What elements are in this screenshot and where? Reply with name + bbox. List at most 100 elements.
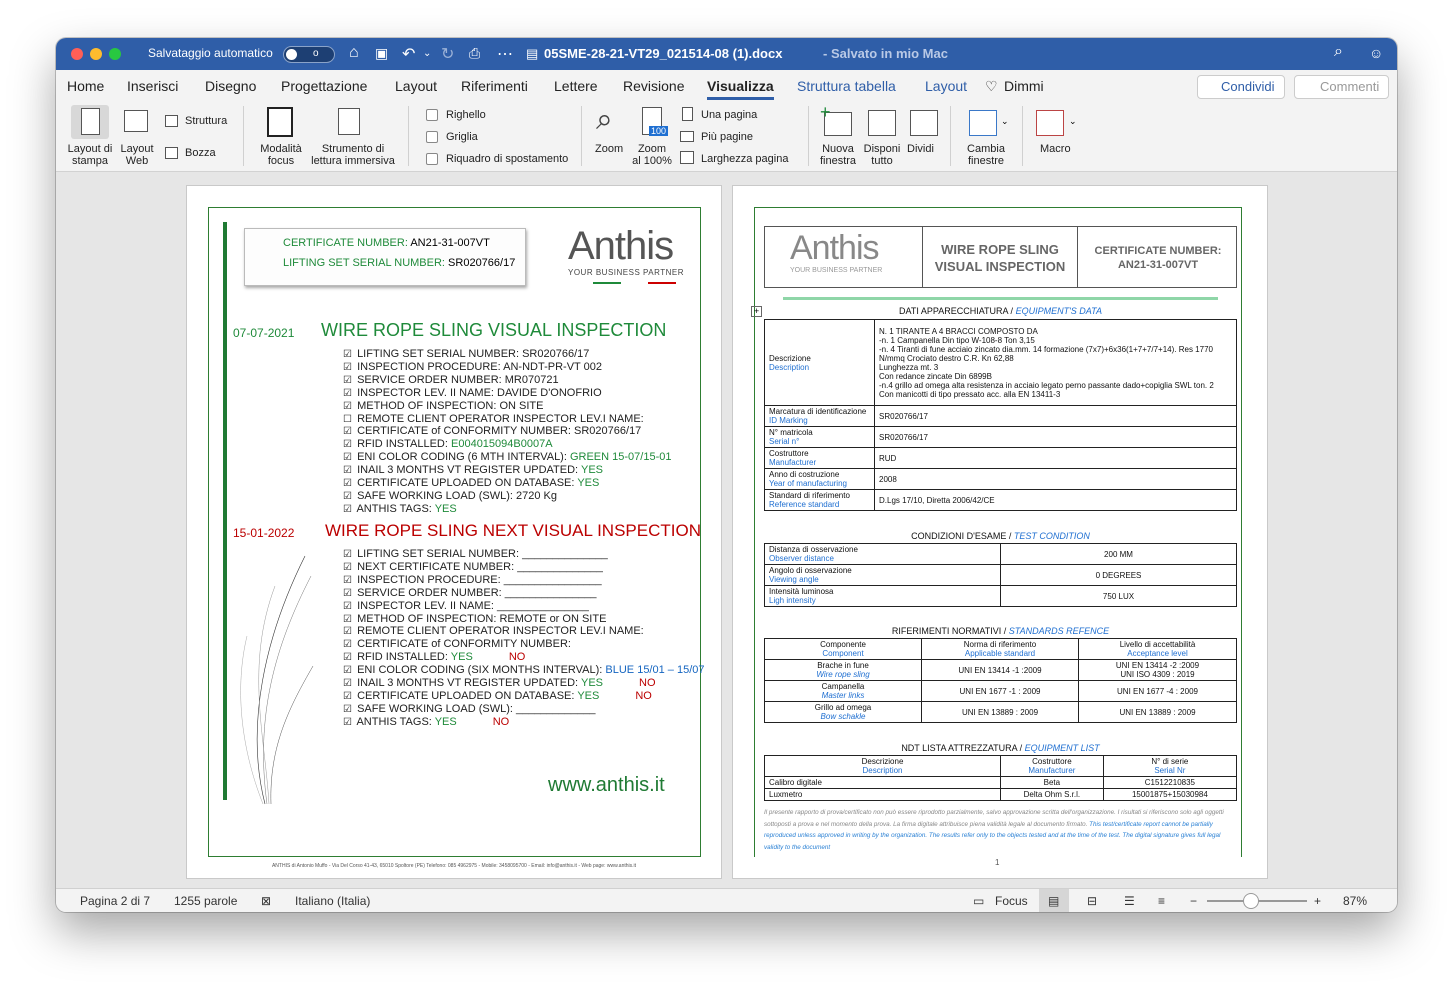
- print-icon[interactable]: ⎙: [469, 45, 480, 62]
- tab-review[interactable]: Revisione: [623, 78, 684, 94]
- switch-windows-label[interactable]: Cambia finestre: [961, 143, 1011, 167]
- close-window-button[interactable]: [71, 48, 83, 60]
- switch-windows-dropdown-icon[interactable]: ⌄: [1001, 116, 1009, 127]
- draft-button[interactable]: Bozza: [185, 147, 216, 159]
- tab-layout[interactable]: Layout: [395, 78, 437, 94]
- tab-table-design[interactable]: Struttura tabella: [797, 78, 896, 94]
- split-icon[interactable]: [910, 110, 938, 136]
- new-window-label[interactable]: Nuova finestra: [813, 143, 863, 167]
- table-row: Angolo di osservazione Viewing angle 0 DEG…: [764, 564, 1237, 586]
- focus-mode-label[interactable]: Modalità focus: [253, 143, 309, 167]
- tab-view[interactable]: Visualizza: [707, 78, 774, 100]
- arrange-all-label[interactable]: Disponi tutto: [860, 143, 904, 167]
- ribbon-separator: [808, 106, 809, 166]
- focus-mode-icon[interactable]: [267, 107, 293, 137]
- print-layout-label[interactable]: Layout di stampa: [63, 143, 117, 167]
- word-count[interactable]: 1255 parole: [174, 894, 237, 908]
- table-row: Anno di costruzione Year of manufacturing…: [764, 468, 1237, 490]
- comments-button[interactable]: Commenti: [1294, 75, 1389, 99]
- immersive-reader-icon[interactable]: [338, 108, 360, 135]
- page-width-button[interactable]: Larghezza pagina: [701, 153, 788, 165]
- focus-icon[interactable]: ▭: [973, 894, 984, 908]
- zoom-slider-knob[interactable]: [1243, 893, 1259, 909]
- focus-button[interactable]: Focus: [995, 894, 1028, 908]
- account-icon[interactable]: ☺: [1369, 45, 1383, 61]
- checkbox-icon: ☑: [343, 678, 352, 689]
- tab-design[interactable]: Progettazione: [281, 78, 367, 94]
- table-header-row: Descrizione Description Costruttore Manufac…: [764, 755, 1238, 777]
- tell-me-icon[interactable]: ♡: [985, 78, 998, 95]
- table-row: Descrizione Description N. 1 TIRANTE A 4 B…: [764, 319, 1237, 406]
- undo-icon[interactable]: ↶: [402, 44, 415, 64]
- checkbox-icon: ☑: [343, 600, 352, 612]
- zoom-label[interactable]: Zoom: [595, 143, 623, 155]
- inspection-date: 07-07-2021: [233, 326, 295, 340]
- more-icon[interactable]: ⋯: [497, 44, 513, 64]
- table-move-handle-icon[interactable]: +: [751, 306, 762, 317]
- home-icon[interactable]: ⌂: [349, 44, 359, 62]
- redo-icon[interactable]: ↻: [441, 44, 454, 64]
- share-button[interactable]: Condividi: [1197, 75, 1285, 99]
- zoom-100-label[interactable]: Zoom al 100%: [628, 143, 676, 167]
- page-count[interactable]: Pagina 2 di 7: [80, 894, 150, 908]
- save-icon[interactable]: ▣: [375, 45, 388, 62]
- document-page-1[interactable]: CERTIFICATE NUMBER: AN21-31-007VT LIFTIN…: [187, 186, 721, 878]
- macro-icon[interactable]: [1036, 110, 1064, 136]
- checkbox-icon: ☑: [343, 665, 352, 677]
- zoom-percentage[interactable]: 87%: [1343, 894, 1367, 908]
- checklist-item: ☑ INSPECTION PROCEDURE: AN-NDT-PR-VT 002: [343, 360, 602, 373]
- search-icon[interactable]: ⌕: [1334, 43, 1343, 61]
- undo-dropdown-icon[interactable]: ⌄: [423, 48, 431, 59]
- macro-dropdown-icon[interactable]: ⌄: [1069, 116, 1077, 127]
- web-layout-view-icon[interactable]: ⊟: [1087, 894, 1097, 908]
- tab-references[interactable]: Riferimenti: [461, 78, 528, 94]
- one-page-icon[interactable]: [682, 107, 693, 121]
- web-layout-icon[interactable]: [124, 110, 148, 132]
- website-url[interactable]: www.anthis.it: [548, 774, 665, 797]
- arrange-all-icon[interactable]: [868, 110, 896, 136]
- tab-mailings[interactable]: Lettere: [554, 78, 598, 94]
- draft-view-icon[interactable]: ≡: [1158, 894, 1165, 908]
- tab-insert[interactable]: Inserisci: [127, 78, 178, 94]
- tab-home[interactable]: Home: [67, 78, 104, 94]
- minimize-window-button[interactable]: [90, 48, 102, 60]
- save-status[interactable]: - Salvato in mio Mac: [823, 46, 948, 61]
- decorative-lines: [240, 555, 314, 805]
- multiple-pages-icon[interactable]: [680, 131, 694, 142]
- next-checklist-item: ☑ ANTHIS TAGS: YES NO: [343, 715, 510, 728]
- ruler-label: Righello: [446, 109, 486, 121]
- document-page-2[interactable]: Anthis YOUR BUSINESS PARTNER WIRE ROPE S…: [733, 186, 1267, 878]
- table-row: Distanza di osservazione Observer distanc…: [764, 543, 1237, 565]
- proofing-icon[interactable]: ⊠: [261, 894, 271, 908]
- outline-icon[interactable]: [165, 115, 178, 127]
- tab-draw[interactable]: Disegno: [205, 78, 256, 94]
- immersive-reader-label[interactable]: Strumento di lettura immersiva: [306, 143, 400, 167]
- checklist-item: ☑ LIFTING SET SERIAL NUMBER: SR020766/17: [343, 348, 590, 360]
- draft-icon[interactable]: [165, 147, 178, 159]
- document-canvas[interactable]: CERTIFICATE NUMBER: AN21-31-007VT LIFTIN…: [56, 172, 1397, 888]
- ribbon-tabs: Home Inserisci Disegno Progettazione Lay…: [56, 70, 1397, 100]
- outline-button[interactable]: Struttura: [185, 115, 227, 127]
- tab-tell-me[interactable]: Dimmi: [1004, 78, 1044, 94]
- grid-checkbox[interactable]: [426, 131, 438, 143]
- zoom-window-button[interactable]: [109, 48, 121, 60]
- ruler-checkbox[interactable]: [426, 109, 438, 121]
- zoom-out-button[interactable]: −: [1190, 894, 1197, 908]
- autosave-toggle[interactable]: o: [283, 46, 335, 63]
- next-checklist-item: ☑ ENI COLOR CODING (SIX MONTHS INTERVAL)…: [343, 664, 705, 677]
- tab-table-layout[interactable]: Layout: [925, 78, 967, 94]
- zoom-icon[interactable]: ⌕: [596, 103, 613, 137]
- multiple-pages-button[interactable]: Più pagine: [701, 131, 753, 143]
- print-layout-icon: [81, 108, 100, 135]
- nav-pane-checkbox[interactable]: [426, 153, 438, 165]
- switch-windows-icon[interactable]: [969, 110, 997, 136]
- web-layout-label[interactable]: Layout Web: [116, 143, 158, 167]
- split-button[interactable]: Dividi: [907, 143, 934, 155]
- page-width-icon[interactable]: [680, 151, 694, 164]
- macro-button[interactable]: Macro: [1040, 143, 1071, 155]
- language[interactable]: Italiano (Italia): [295, 894, 370, 908]
- zoom-in-button[interactable]: +: [1314, 894, 1321, 908]
- one-page-button[interactable]: Una pagina: [701, 109, 757, 121]
- anthis-tagline: YOUR BUSINESS PARTNER: [568, 268, 685, 277]
- outline-view-icon[interactable]: ☰: [1124, 894, 1135, 908]
